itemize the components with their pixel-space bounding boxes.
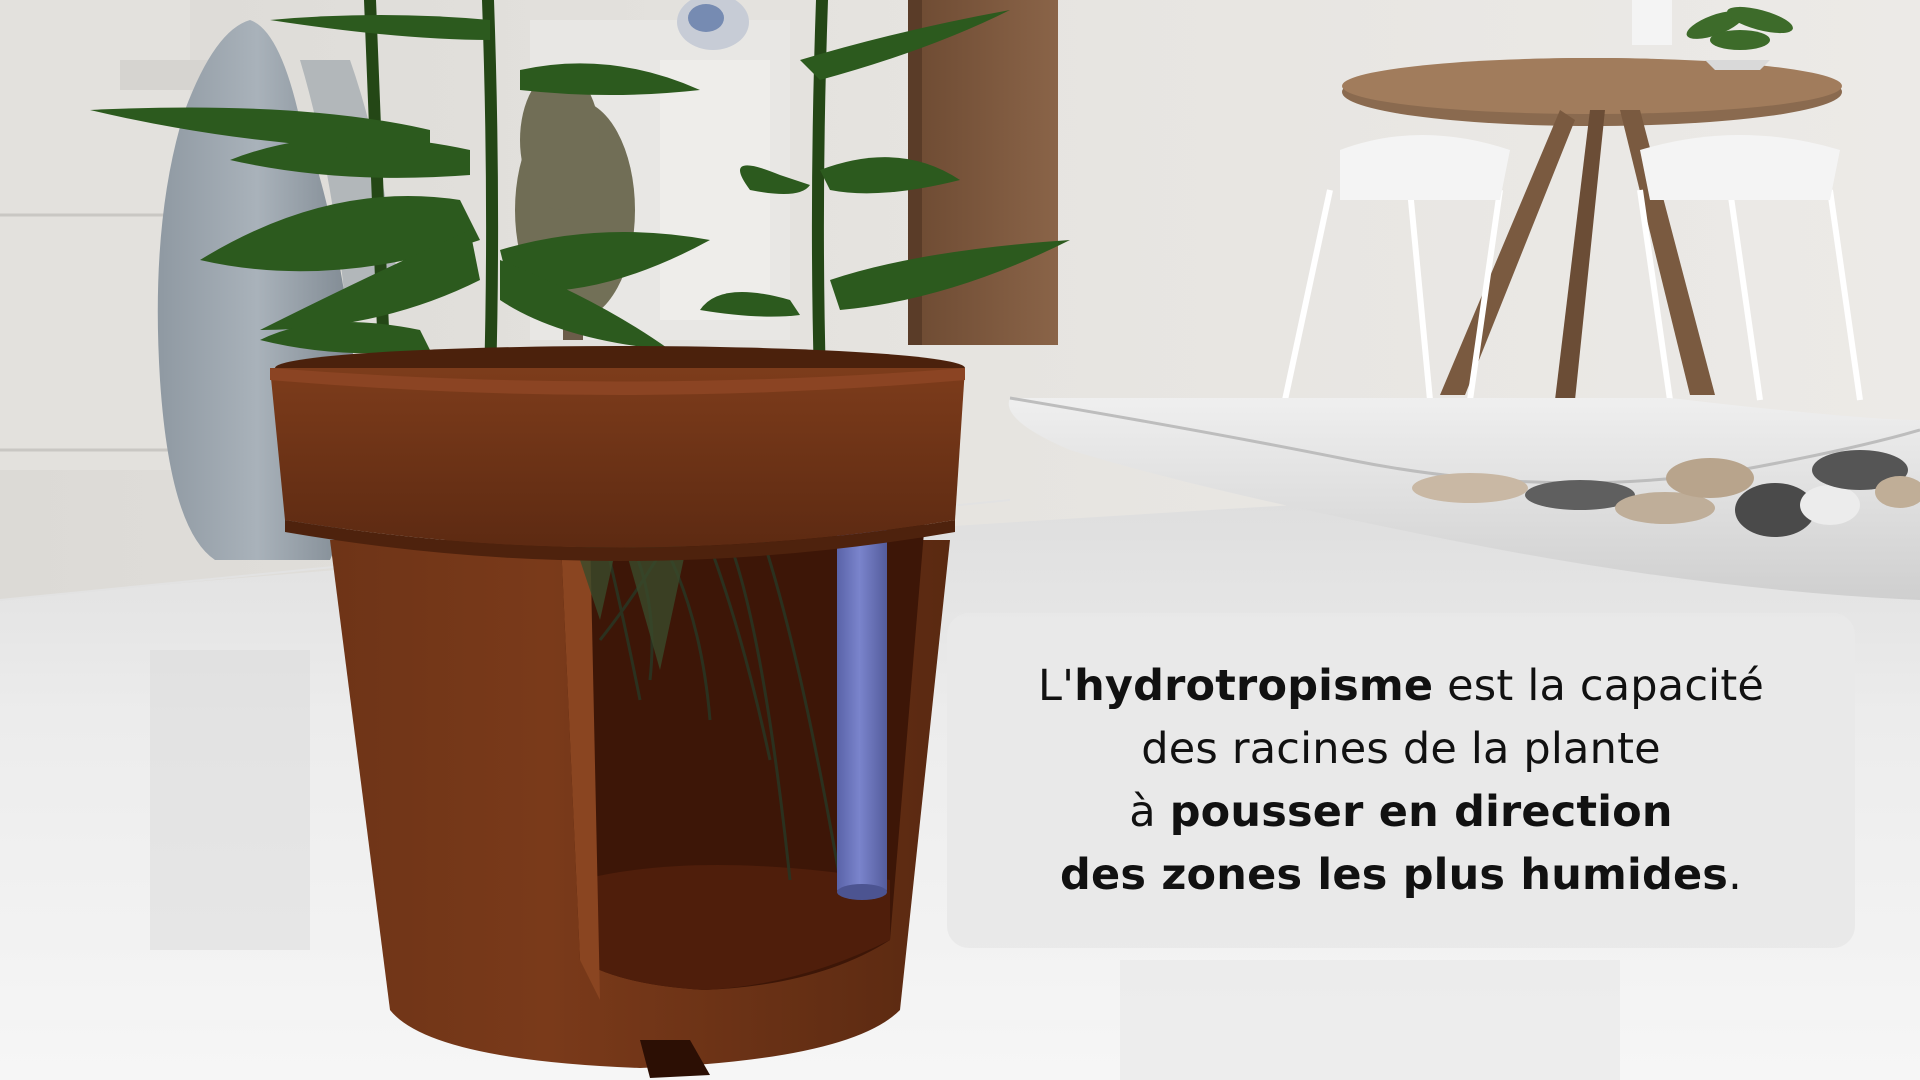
caption-bold-phrase: pousser en direction bbox=[1169, 786, 1673, 837]
caption-text: à bbox=[1129, 786, 1170, 837]
caption-bold-phrase: des zones les plus humides bbox=[1060, 849, 1729, 900]
caption-text: . bbox=[1728, 849, 1742, 900]
caption-line-2: des racines de la plante bbox=[1141, 718, 1661, 781]
caption-text: L' bbox=[1037, 660, 1075, 711]
caption-text: des racines de la plante bbox=[1141, 723, 1661, 774]
caption-line-3: à pousser en direction bbox=[1129, 781, 1672, 844]
scene: L'hydrotropisme est la capacité des raci… bbox=[0, 0, 1920, 1080]
caption-line-1: L'hydrotropisme est la capacité bbox=[1038, 655, 1764, 718]
caption-line-4: des zones les plus humides. bbox=[1060, 844, 1742, 907]
caption-bold-term: hydrotropisme bbox=[1074, 660, 1434, 711]
caption-box: L'hydrotropisme est la capacité des raci… bbox=[947, 613, 1855, 948]
caption-text: est la capacité bbox=[1433, 660, 1765, 711]
